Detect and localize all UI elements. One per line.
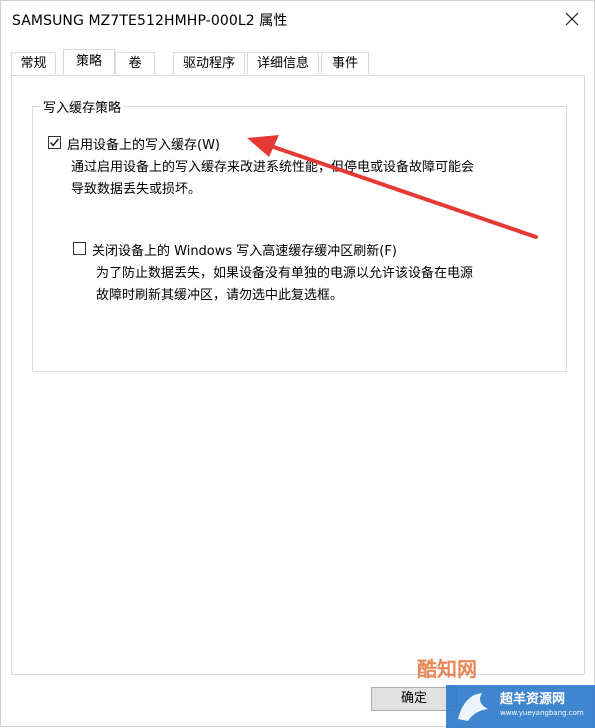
site-name: 超羊资源网: [500, 692, 566, 707]
site-logo-icon: [458, 693, 488, 721]
disable-flush-label[interactable]: 关闭设备上的 Windows 写入高速缓存缓冲区刷新(F): [92, 240, 397, 259]
tab-details[interactable]: 详细信息: [247, 52, 319, 74]
description-line: 导致数据丢失或损坏。: [71, 182, 202, 197]
enable-write-cache-description: 通过启用设备上的写入缓存来改进系统性能，但停电或设备故障可能会 导致数据丢失或损…: [71, 157, 474, 201]
description-line: 通过启用设备上的写入缓存来改进系统性能，但停电或设备故障可能会: [71, 160, 475, 175]
tab-general[interactable]: 常规: [11, 52, 56, 74]
disable-flush-description: 为了防止数据丢失，如果设备没有单独的电源以允许该设备在电源 故障时刷新其缓冲区，…: [96, 263, 473, 307]
description-line: 故障时刷新其缓冲区，请勿选中此复选框。: [96, 288, 344, 303]
checkmark-icon: [49, 138, 60, 147]
close-icon: [565, 12, 579, 26]
close-button[interactable]: [554, 5, 590, 33]
properties-dialog: SAMSUNG MZ7TE512HMHP-000L2 属性 常规 策略 卷 驱动…: [0, 0, 595, 728]
tab-events[interactable]: 事件: [321, 52, 369, 74]
tab-policy[interactable]: 策略: [63, 49, 115, 75]
enable-write-cache-checkbox[interactable]: [48, 136, 61, 149]
group-title: 写入缓存策略: [41, 97, 124, 116]
tab-driver[interactable]: 驱动程序: [173, 52, 245, 74]
description-line: 为了防止数据丢失，如果设备没有单独的电源以允许该设备在电源: [96, 266, 474, 281]
site-url: www.yueyangbang.com: [500, 709, 584, 717]
enable-write-cache-label[interactable]: 启用设备上的写入缓存(W): [67, 134, 220, 153]
write-cache-policy-group: 写入缓存策略 启用设备上的写入缓存(W) 通过启用设备上的写入缓存来改进系统性能…: [32, 97, 567, 372]
title-bar: SAMSUNG MZ7TE512HMHP-000L2 属性: [1, 1, 594, 39]
policy-panel: 写入缓存策略 启用设备上的写入缓存(W) 通过启用设备上的写入缓存来改进系统性能…: [11, 75, 585, 675]
disable-flush-checkbox[interactable]: [73, 242, 86, 255]
watermark-logo: 酷知网: [417, 657, 477, 681]
ok-button[interactable]: 确定: [371, 687, 457, 711]
window-title: SAMSUNG MZ7TE512HMHP-000L2 属性: [12, 13, 288, 29]
tab-volumes[interactable]: 卷: [115, 52, 155, 74]
site-watermark: 超羊资源网 www.yueyangbang.com: [446, 685, 595, 728]
